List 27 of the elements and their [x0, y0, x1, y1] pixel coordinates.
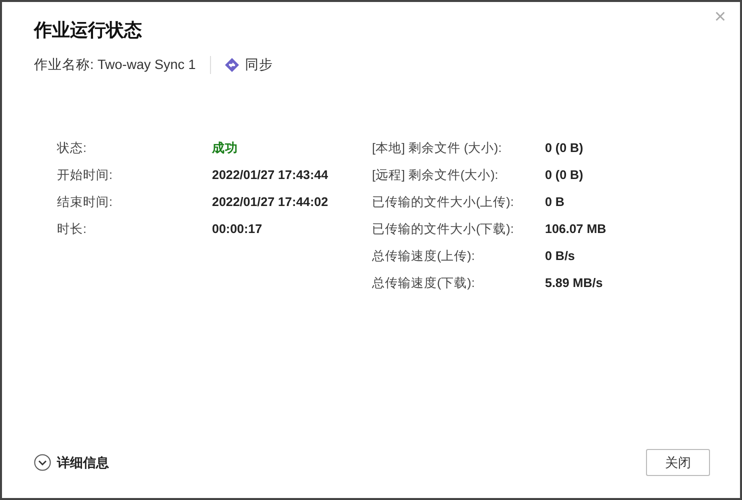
field-value: 2022/01/27 17:43:44: [212, 167, 330, 183]
field-label: 状态:: [57, 140, 88, 156]
field-label: [远程] 剩余文件(大小):: [372, 167, 500, 183]
field-value: 0 B/s: [545, 248, 576, 264]
field-value: 0 (0 B): [545, 167, 584, 183]
field-label: 结束时间:: [57, 194, 114, 210]
job-name: 作业名称: Two-way Sync 1: [34, 56, 196, 74]
chevron-down-icon: [34, 454, 51, 471]
field-label: 已传输的文件大小(下载):: [372, 221, 515, 237]
sync-icon: [224, 58, 239, 72]
details-toggle[interactable]: 详细信息: [34, 454, 109, 472]
close-button[interactable]: 关闭: [646, 449, 710, 476]
field-label: 时长:: [57, 221, 88, 237]
field-value: 5.89 MB/s: [545, 275, 604, 291]
field-value: 0 B: [545, 194, 566, 210]
field-value: 106.07 MB: [545, 221, 608, 237]
field-value: 0 (0 B): [545, 140, 584, 156]
sync-mode: 同步: [244, 56, 273, 74]
field-label: [本地] 剩余文件 (大小):: [372, 140, 503, 156]
field-label: 开始时间:: [57, 167, 114, 183]
dialog-title: 作业运行状态: [34, 19, 143, 42]
field-label: 已传输的文件大小(上传):: [372, 194, 515, 210]
field-label: 总传输速度(上传):: [372, 248, 476, 264]
field-value: 成功: [212, 140, 239, 156]
field-label: 总传输速度(下载):: [372, 275, 476, 291]
field-value: 2022/01/27 17:44:02: [212, 194, 330, 210]
field-value: 00:00:17: [212, 221, 264, 237]
